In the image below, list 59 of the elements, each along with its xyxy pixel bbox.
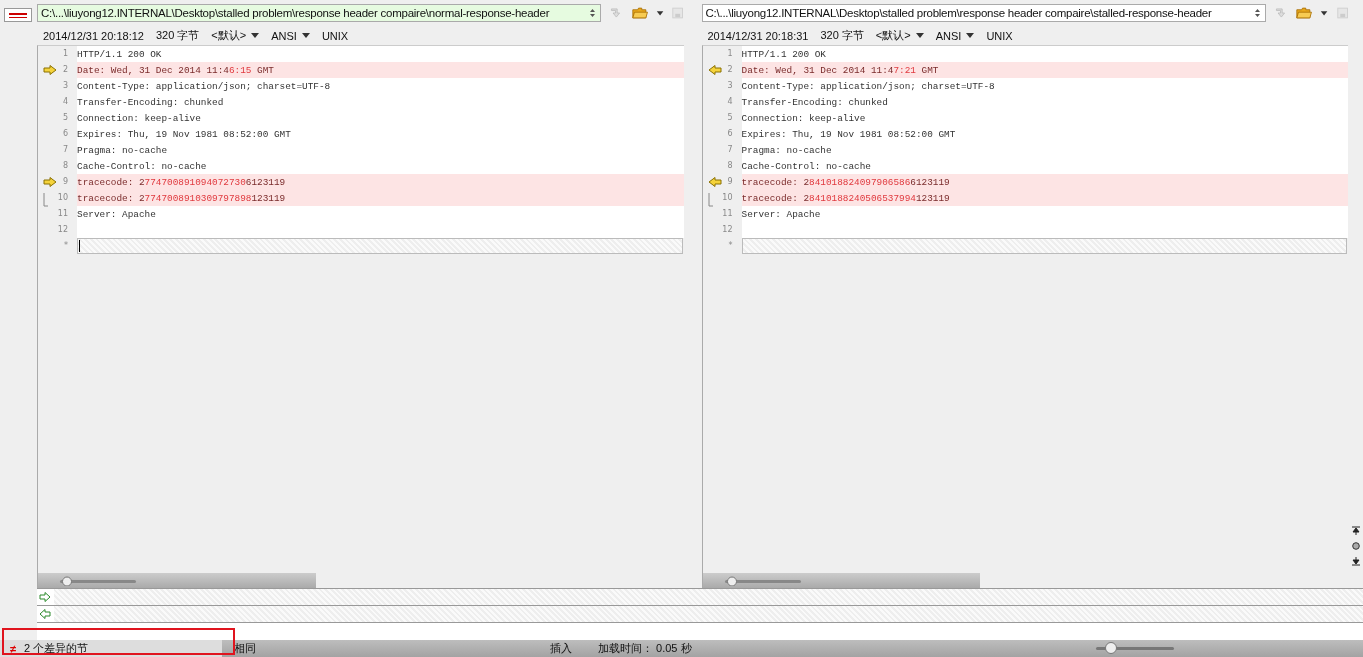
line-number: 4 bbox=[702, 94, 742, 110]
insert-mode: 插入 bbox=[550, 641, 572, 656]
file-path-field[interactable]: C:\...\liuyong12.INTERNAL\Desktop\stalled problem\response header compaire\stalled-response-header bbox=[701, 4, 1266, 22]
line-number: 8 bbox=[702, 158, 742, 174]
code-line: Date: Wed, 31 Dec 2014 11:47:21 GMT bbox=[741, 64, 939, 76]
code-line: Transfer-Encoding: chunked bbox=[77, 96, 224, 108]
line-number: 10 bbox=[38, 190, 77, 206]
line-number: 10 bbox=[702, 190, 742, 206]
code-line: Expires: Thu, 19 Nov 1981 08:52:00 GMT bbox=[741, 128, 956, 140]
encoding-profile-dropdown[interactable]: <默认> bbox=[211, 28, 260, 43]
not-equal-icon: ≠ bbox=[10, 642, 17, 655]
code-line: HTTP/1.1 200 OK bbox=[77, 48, 162, 60]
code-line: Cache-Control: no-cache bbox=[77, 160, 207, 172]
file-timestamp: 2014/12/31 20:18:12 bbox=[43, 29, 144, 42]
code-line: Cache-Control: no-cache bbox=[741, 160, 871, 172]
encoding-profile-dropdown[interactable]: <默认> bbox=[875, 28, 924, 43]
file-timestamp: 2014/12/31 20:18:31 bbox=[707, 29, 809, 42]
line-ending-label: UNIX bbox=[321, 29, 349, 42]
line-ending-label: UNIX bbox=[986, 29, 1013, 42]
file-path-field[interactable]: C:\...\liuyong12.INTERNAL\Desktop\stalled problem\response header compaire\normal-response-header bbox=[37, 4, 601, 22]
line-number: 1 bbox=[38, 46, 77, 62]
code-line: Server: Apache bbox=[77, 208, 156, 220]
file-size: 320 字节 bbox=[155, 28, 200, 43]
line-number: 6 bbox=[38, 126, 77, 142]
line-number: 7 bbox=[702, 142, 742, 158]
code-line: Pragma: no-cache bbox=[77, 144, 167, 156]
diff-count: 2 个差异的节 bbox=[24, 641, 89, 656]
code-line: tracecode: 27747008910940727306123119 bbox=[77, 176, 286, 188]
compare-state: 相同 bbox=[234, 641, 256, 656]
code-line: tracecode: 27747008910309797898123119 bbox=[77, 192, 286, 204]
code-line: Pragma: no-cache bbox=[741, 144, 832, 156]
line-number: 3 bbox=[702, 78, 742, 94]
line-number: 4 bbox=[38, 94, 77, 110]
code-line: Date: Wed, 31 Dec 2014 11:46:15 GMT bbox=[77, 64, 274, 76]
line-number: 7 bbox=[38, 142, 77, 158]
line-number: 5 bbox=[38, 110, 77, 126]
line-number: 12 bbox=[702, 222, 742, 238]
code-line: Server: Apache bbox=[741, 208, 821, 220]
code-line: tracecode: 28410188240506537994123119 bbox=[741, 192, 950, 204]
charset-dropdown[interactable]: ANSI bbox=[271, 29, 310, 42]
line-number: 6 bbox=[702, 126, 742, 142]
code-line: Transfer-Encoding: chunked bbox=[741, 96, 888, 108]
load-time: 加载时间： 0.05 秒 bbox=[598, 641, 692, 656]
code-line: Content-Type: application/json; charset=UTF-8 bbox=[741, 80, 995, 92]
line-number: 1 bbox=[702, 46, 742, 62]
line-number: 12 bbox=[38, 222, 77, 238]
charset-dropdown[interactable]: ANSI bbox=[935, 29, 975, 42]
code-line: Connection: keep-alive bbox=[77, 112, 201, 124]
line-number: 11 bbox=[702, 206, 742, 222]
code-line: HTTP/1.1 200 OK bbox=[741, 48, 826, 60]
line-number: 5 bbox=[702, 110, 742, 126]
line-number: 3 bbox=[38, 78, 77, 94]
code-line: Content-Type: application/json; charset=UTF-8 bbox=[77, 80, 331, 92]
file-size: 320 字节 bbox=[820, 28, 864, 43]
line-number: 11 bbox=[38, 206, 77, 222]
code-line: tracecode: 28410188240979065866123119 bbox=[741, 176, 950, 188]
line-number: 8 bbox=[38, 158, 77, 174]
code-line: Expires: Thu, 19 Nov 1981 08:52:00 GMT bbox=[77, 128, 291, 140]
code-line: Connection: keep-alive bbox=[741, 112, 866, 124]
